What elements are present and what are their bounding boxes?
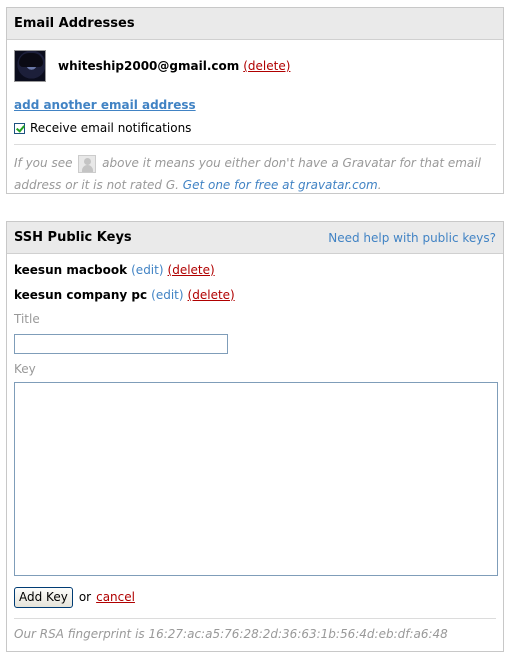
avatar	[14, 50, 46, 82]
public-keys-help-link[interactable]: Need help with public keys?	[328, 231, 496, 245]
ssh-key-name: keesun macbook	[14, 262, 128, 277]
rsa-fingerprint: Our RSA fingerprint is 16:27:ac:a5:76:28…	[14, 618, 496, 641]
key-title-input[interactable]	[14, 334, 228, 354]
edit-key-link[interactable]: (edit)	[151, 288, 183, 302]
gravatar-note: If you see above it means you either don…	[14, 144, 496, 196]
key-textarea[interactable]	[14, 382, 498, 576]
default-gravatar-icon	[78, 154, 97, 173]
email-row: whiteship2000@gmail.com (delete)	[7, 40, 503, 84]
ssh-key-row: keesun company pc (edit) (delete)	[14, 282, 496, 307]
notify-row: Receive email notifications	[14, 120, 496, 136]
notify-checkbox[interactable]	[14, 122, 25, 134]
add-email-link[interactable]: add another email address	[14, 98, 496, 112]
notify-label: Receive email notifications	[30, 121, 192, 135]
delete-email-link[interactable]: (delete)	[243, 59, 290, 73]
note-text-1: If you see	[14, 156, 73, 170]
edit-key-link[interactable]: (edit)	[131, 263, 163, 277]
delete-key-link[interactable]: (delete)	[188, 288, 235, 302]
title-label: Title	[14, 312, 40, 326]
ssh-key-row: keesun macbook (edit) (delete)	[14, 257, 496, 282]
email-panel-header: Email Addresses	[7, 8, 503, 40]
or-text: or	[78, 590, 92, 604]
delete-key-link[interactable]: (delete)	[168, 263, 215, 277]
email-panel-title: Email Addresses	[14, 16, 135, 31]
add-key-button[interactable]: Add Key	[14, 586, 73, 608]
ssh-key-name: keesun company pc	[14, 287, 148, 302]
ssh-panel-header: SSH Public Keys Need help with public ke…	[7, 222, 503, 254]
cancel-link[interactable]: cancel	[96, 590, 135, 604]
key-label: Key	[14, 362, 36, 376]
note-end: .	[377, 178, 382, 192]
gravatar-link[interactable]: Get one for free at gravatar.com	[183, 178, 378, 192]
key-form-actions: Add Key or cancel	[14, 586, 496, 608]
ssh-keys-panel: SSH Public Keys Need help with public ke…	[6, 221, 504, 652]
ssh-panel-title: SSH Public Keys	[14, 230, 132, 245]
email-addresses-panel: Email Addresses whiteship2000@gmail.com …	[6, 7, 504, 194]
email-address: whiteship2000@gmail.com	[58, 59, 240, 73]
